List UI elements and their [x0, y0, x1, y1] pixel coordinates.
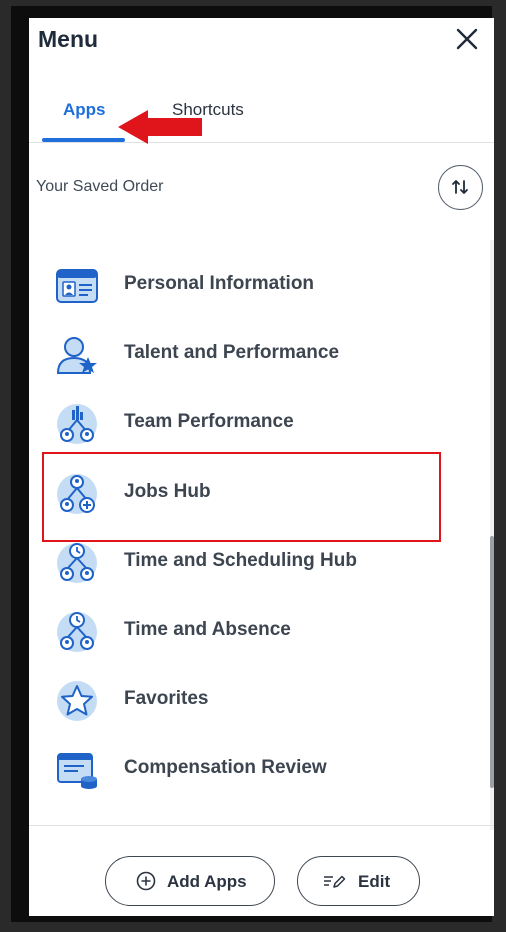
add-circle-icon: [136, 871, 156, 891]
id-card-icon: [56, 269, 98, 303]
document-coin-icon: [57, 753, 97, 789]
team-clock-icon: [57, 612, 97, 652]
close-button[interactable]: [453, 25, 481, 53]
app-label: Talent and Performance: [124, 342, 340, 363]
add-apps-button[interactable]: Add Apps: [105, 856, 275, 906]
annotation-highlight-box: [42, 452, 441, 542]
app-compensation-review[interactable]: Compensation Review: [29, 737, 487, 803]
tab-divider: [29, 142, 494, 143]
app-time-and-absence[interactable]: Time and Absence: [29, 599, 487, 665]
edit-label: Edit: [358, 872, 391, 891]
person-star-icon: [56, 337, 97, 374]
app-personal-information[interactable]: Personal Information: [29, 253, 487, 319]
tab-apps[interactable]: Apps: [63, 100, 106, 120]
app-label: Compensation Review: [124, 757, 327, 778]
team-clock-icon: [57, 543, 97, 583]
sort-button[interactable]: [438, 165, 483, 210]
app-favorites[interactable]: Favorites: [29, 668, 487, 734]
app-talent-and-performance[interactable]: Talent and Performance: [29, 322, 487, 388]
close-icon: [456, 28, 478, 50]
app-label: Time and Absence: [124, 619, 291, 640]
team-chart-icon: [57, 404, 97, 444]
app-label: Team Performance: [124, 411, 294, 432]
edit-button[interactable]: Edit: [297, 856, 420, 906]
annotation-arrow-icon: [118, 110, 202, 144]
app-label: Time and Scheduling Hub: [124, 550, 357, 571]
app-label: Favorites: [124, 688, 209, 709]
sort-arrows-icon: [452, 180, 468, 194]
star-icon: [57, 681, 97, 721]
saved-order-label: Your Saved Order: [36, 178, 164, 195]
menu-panel: Menu Apps Shortcuts Your Saved Order Per…: [29, 18, 494, 916]
add-apps-label: Add Apps: [167, 872, 247, 891]
edit-list-icon: [324, 875, 346, 888]
footer-divider: [29, 825, 494, 826]
app-team-performance[interactable]: Team Performance: [29, 391, 487, 457]
page-title: Menu: [38, 26, 99, 52]
app-label: Personal Information: [124, 273, 315, 294]
scrollbar-thumb[interactable]: [490, 536, 494, 788]
